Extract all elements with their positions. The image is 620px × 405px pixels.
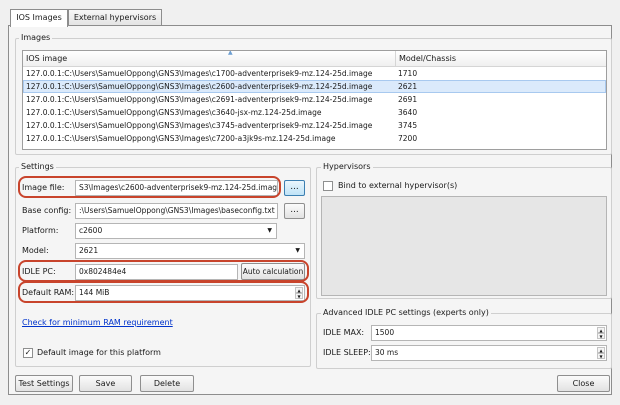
ram-requirement-link[interactable]: Check for minimum RAM requirement [22,318,173,327]
base-config-field[interactable]: :\Users\SamuelOppong\GNS3\Images\basecon… [75,203,278,219]
spin-down-icon[interactable]: ▼ [597,333,605,339]
base-config-browse-button[interactable]: ... [284,203,305,219]
cell-model: 3640 [398,108,418,117]
table-header: IOS image ▲ Model/Chassis [23,51,606,67]
idle-max-spinner[interactable]: ▲ ▼ [597,327,605,339]
tab-ios-images[interactable]: IOS Images [10,9,68,27]
cell-model: 7200 [398,134,418,143]
cell-ios-image: 127.0.0.1:C:\Users\SamuelOppong\GNS3\Ima… [26,108,322,117]
cell-ios-image: 127.0.0.1:C:\Users\SamuelOppong\GNS3\Ima… [26,121,373,130]
close-button[interactable]: Close [557,375,610,392]
cell-ios-image: 127.0.0.1:C:\Users\SamuelOppong\GNS3\Ima… [26,134,336,143]
default-image-label: Default image for this platform [37,348,161,357]
idle-sleep-value: 30 ms [375,348,399,357]
image-file-browse-button[interactable]: ... [284,180,305,196]
images-table[interactable]: IOS image ▲ Model/Chassis 127.0.0.1:C:\U… [22,50,607,150]
platform-value: c2600 [79,226,103,235]
spin-down-icon[interactable]: ▼ [597,353,605,359]
chevron-down-icon: ▼ [295,247,300,254]
model-select[interactable]: 2621 ▼ [75,243,305,259]
model-label: Model: [22,246,49,255]
advanced-group-title: Advanced IDLE PC settings (experts only) [321,308,491,317]
cell-model: 2691 [398,95,418,104]
tab-external-hypervisors[interactable]: External hypervisors [68,9,162,26]
idle-sleep-spinner[interactable]: ▲ ▼ [597,347,605,359]
base-config-label: Base config: [22,206,72,215]
column-header-ios-image[interactable]: IOS image [23,51,398,66]
save-button[interactable]: Save [79,375,132,392]
images-group-title: Images [19,33,53,42]
table-row[interactable]: 127.0.0.1:C:\Users\SamuelOppong\GNS3\Ima… [23,106,606,119]
default-image-checkbox[interactable]: ✓ [23,348,33,358]
settings-group-title: Settings [19,162,56,171]
cell-ios-image: 127.0.0.1:C:\Users\SamuelOppong\GNS3\Ima… [26,82,373,91]
tab-external-hypervisors-label: External hypervisors [73,13,157,22]
column-header-model[interactable]: Model/Chassis [395,51,606,66]
sort-up-icon: ▲ [228,50,233,56]
cell-ios-image: 127.0.0.1:C:\Users\SamuelOppong\GNS3\Ima… [26,95,373,104]
bind-hypervisor-checkbox[interactable] [323,181,333,191]
tab-ios-images-label: IOS Images [16,13,62,22]
model-value: 2621 [79,246,99,255]
idle-max-field[interactable]: 1500 ▲ ▼ [371,325,607,341]
chevron-down-icon: ▼ [267,227,272,234]
cell-ios-image: 127.0.0.1:C:\Users\SamuelOppong\GNS3\Ima… [26,69,373,78]
test-settings-button[interactable]: Test Settings [15,375,73,392]
default-ram-highlight [18,281,309,303]
cell-model: 3745 [398,121,418,130]
idle-max-value: 1500 [375,328,395,337]
image-file-highlight [18,176,281,198]
cell-model: 1710 [398,69,418,78]
table-row[interactable]: 127.0.0.1:C:\Users\SamuelOppong\GNS3\Ima… [23,132,606,145]
table-row[interactable]: 127.0.0.1:C:\Users\SamuelOppong\GNS3\Ima… [23,67,606,80]
platform-select[interactable]: c2600 ▼ [75,223,277,239]
idle-sleep-label: IDLE SLEEP: [323,348,371,357]
bind-hypervisor-label: Bind to external hypervisor(s) [338,181,458,190]
idle-sleep-field[interactable]: 30 ms ▲ ▼ [371,345,607,361]
idle-pc-highlight [18,260,309,282]
hypervisors-list[interactable] [321,196,607,296]
hypervisors-group-title: Hypervisors [321,162,373,171]
delete-button[interactable]: Delete [140,375,194,392]
platform-label: Platform: [22,226,59,235]
table-row[interactable]: 127.0.0.1:C:\Users\SamuelOppong\GNS3\Ima… [23,93,606,106]
table-row-selected[interactable]: 127.0.0.1:C:\Users\SamuelOppong\GNS3\Ima… [23,80,606,93]
idle-max-label: IDLE MAX: [323,328,365,337]
cell-model: 2621 [398,82,418,91]
table-row[interactable]: 127.0.0.1:C:\Users\SamuelOppong\GNS3\Ima… [23,119,606,132]
